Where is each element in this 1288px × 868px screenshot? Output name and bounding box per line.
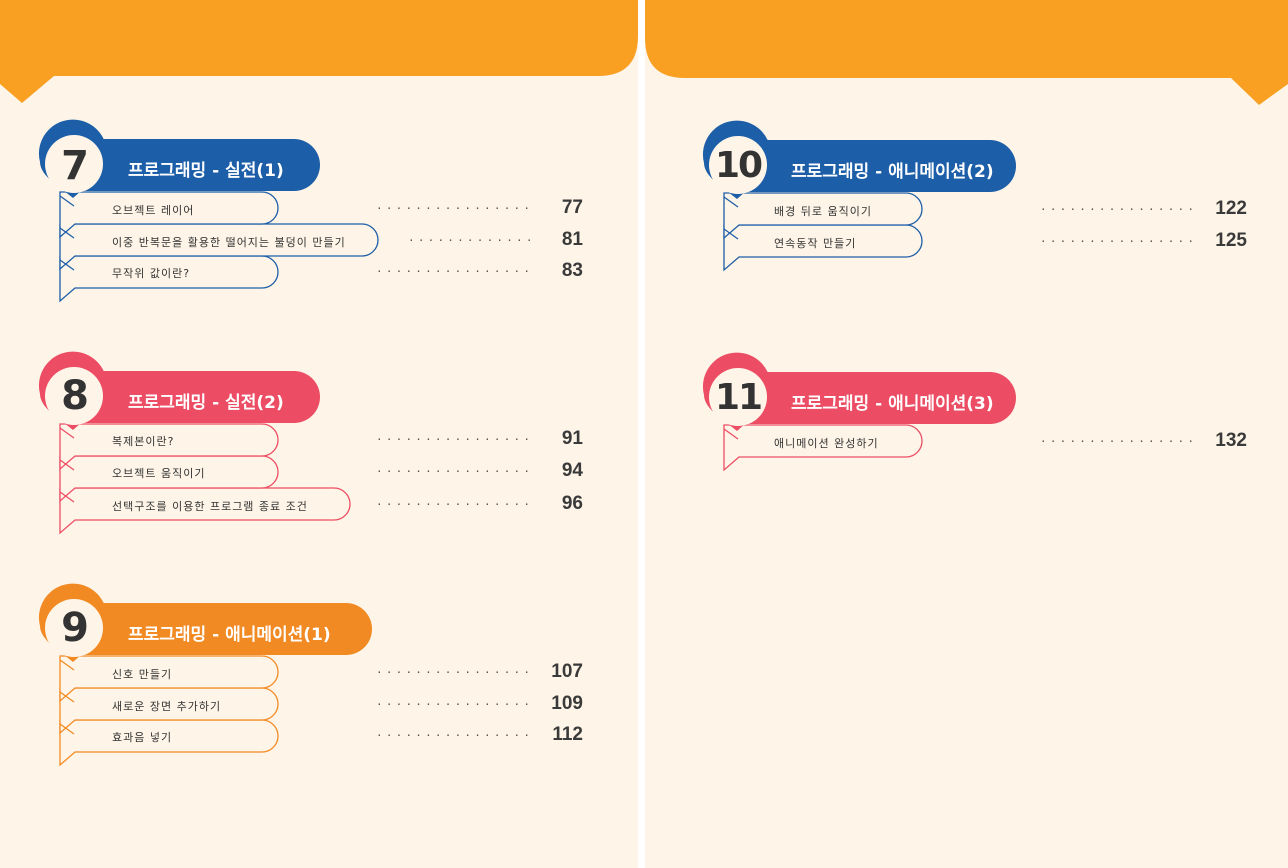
chapter-number: 9 (61, 605, 89, 651)
header-band-right (645, 0, 1288, 105)
chapter-number: 10 (714, 144, 763, 186)
right-page: 10 프로그래밍 - 애니메이션(2) 배경 뒤로 움직이기 ·········… (645, 0, 1288, 868)
page-number[interactable]: 109 (513, 693, 583, 715)
page-number[interactable]: 96 (513, 493, 583, 515)
dot-leader: ················ (376, 666, 534, 679)
chapter-title: 프로그래밍 - 애니메이션(1) (128, 625, 331, 645)
toc-entry-label[interactable]: 오브젝트 레이어 (112, 202, 194, 218)
dot-leader: ················ (376, 433, 534, 446)
header-band-shape (645, 0, 1288, 105)
toc-entry-label[interactable]: 무작위 값이란? (112, 265, 190, 281)
chapter-number: 7 (61, 143, 89, 189)
toc-entry-label[interactable]: 선택구조를 이용한 프로그램 종료 조건 (112, 498, 308, 514)
chapter-title: 프로그래밍 - 실전(2) (128, 393, 284, 413)
page-number[interactable]: 132 (1177, 430, 1247, 452)
dot-leader: ················ (1040, 203, 1198, 216)
dot-leader: ················ (376, 465, 534, 478)
dot-leader: ················ (376, 265, 534, 278)
header-band-shape (0, 0, 638, 103)
dot-leader: ················ (376, 202, 534, 215)
dot-leader: ················ (1040, 435, 1198, 448)
page-number[interactable]: 81 (513, 229, 583, 251)
dot-leader: ················ (376, 498, 534, 511)
chapter-title: 프로그래밍 - 실전(1) (128, 161, 284, 181)
toc-entry-label[interactable]: 이중 반복문을 활용한 떨어지는 불덩이 만들기 (112, 234, 346, 250)
chapter-decoration (38, 351, 351, 535)
dot-leader: ················ (376, 729, 534, 742)
page-number[interactable]: 94 (513, 460, 583, 482)
toc-entry-label[interactable]: 복제본이란? (112, 433, 174, 449)
toc-entry-label[interactable]: 애니메이션 완성하기 (774, 435, 879, 451)
header-band-left (0, 0, 638, 103)
toc-entry-label[interactable]: 효과음 넣기 (112, 729, 172, 745)
page-number[interactable]: 83 (513, 260, 583, 282)
page-number[interactable]: 122 (1177, 198, 1247, 220)
chapter-title: 프로그래밍 - 애니메이션(2) (791, 162, 994, 182)
chapter-title: 프로그래밍 - 애니메이션(3) (791, 394, 994, 414)
dot-leader: ················ (376, 698, 534, 711)
toc-entry-label[interactable]: 신호 만들기 (112, 666, 172, 682)
dot-leader: ················ (1040, 235, 1198, 248)
toc-entry-label[interactable]: 배경 뒤로 움직이기 (774, 203, 872, 219)
toc-entry-label[interactable]: 연속동작 만들기 (774, 235, 856, 251)
page-number[interactable]: 91 (513, 428, 583, 450)
toc-entry-label[interactable]: 새로운 장면 추가하기 (112, 698, 221, 714)
left-page: 7 프로그래밍 - 실전(1) 오브젝트 레이어 ···············… (0, 0, 638, 868)
chapter-decoration (38, 119, 379, 303)
chapter-number: 8 (61, 373, 89, 419)
page-number[interactable]: 77 (513, 197, 583, 219)
page-number[interactable]: 107 (513, 661, 583, 683)
page-number[interactable]: 112 (513, 724, 583, 746)
chapter-number: 11 (714, 376, 763, 418)
toc-entry-label[interactable]: 오브젝트 움직이기 (112, 465, 205, 481)
page-number[interactable]: 125 (1177, 230, 1247, 252)
